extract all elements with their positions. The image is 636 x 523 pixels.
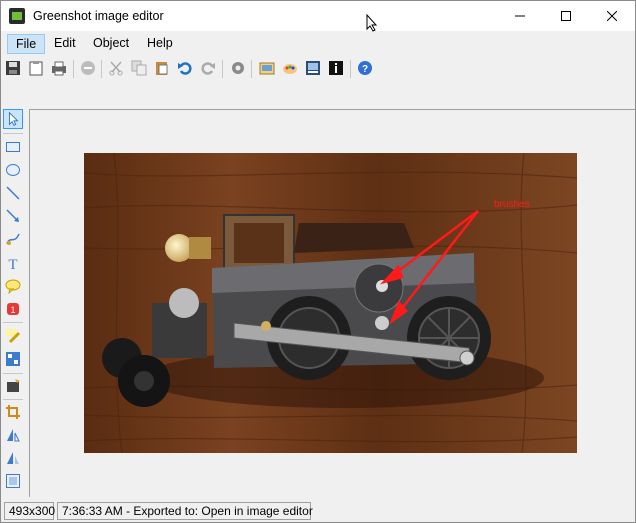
menu-file[interactable]: File [7, 34, 46, 54]
speechbubble-icon[interactable] [5, 278, 21, 294]
annotation-text[interactable]: brushes [494, 199, 530, 210]
menu-bar: File Edit Object Help [1, 32, 635, 56]
help-icon[interactable]: ? [357, 60, 373, 76]
image-size-status: 493x300 [4, 502, 55, 520]
toolbar-separator [222, 60, 223, 78]
toolbar-separator [73, 60, 74, 78]
toolbar-separator [350, 60, 351, 78]
undo-icon[interactable] [177, 60, 193, 76]
tools-separator [3, 133, 23, 134]
line-icon[interactable] [5, 185, 21, 201]
clipboard-icon[interactable] [28, 60, 44, 76]
title-bar: Greenshot image editor [1, 1, 635, 32]
print-icon[interactable] [51, 60, 67, 76]
svg-text:T: T [8, 257, 17, 271]
svg-text:1: 1 [10, 305, 15, 315]
delete-icon[interactable] [80, 60, 96, 76]
border-icon[interactable] [5, 473, 21, 489]
close-icon [607, 11, 617, 21]
toolbar-separator [101, 60, 102, 78]
maximize-icon [561, 11, 571, 21]
arrow-icon[interactable] [5, 208, 21, 224]
freehand-icon[interactable] [5, 231, 21, 247]
mouse-cursor-icon [366, 14, 378, 32]
cursor-icon[interactable] [3, 109, 23, 129]
export-icon[interactable] [259, 60, 275, 76]
toolbar-separator [251, 60, 252, 78]
menu-edit[interactable]: Edit [46, 34, 84, 54]
status-bar: 493x300 7:36:33 AM - Exported to: Open i… [1, 499, 635, 522]
menu-help[interactable]: Help [139, 34, 181, 54]
maximize-button[interactable] [543, 1, 589, 31]
edited-image[interactable]: brushes [84, 153, 577, 453]
crop-icon[interactable] [5, 404, 21, 420]
obfuscate-icon[interactable] [5, 351, 21, 367]
greenshot-editor-window: Greenshot image editor File Edit Object … [0, 0, 636, 523]
menu-object[interactable]: Object [85, 34, 137, 54]
close-button[interactable] [589, 1, 635, 31]
cut-icon[interactable] [108, 60, 124, 76]
tools-separator [3, 399, 23, 400]
greenshot-app-icon [9, 8, 25, 24]
resize-icon[interactable] [5, 450, 21, 466]
export-status-message: 7:36:33 AM - Exported to: Open in image … [57, 502, 313, 520]
redo-icon[interactable] [200, 60, 216, 76]
effects-icon[interactable] [5, 378, 21, 394]
tools-separator [3, 373, 23, 374]
text-icon[interactable]: T [5, 255, 21, 271]
info-icon[interactable] [328, 60, 344, 76]
save-icon[interactable] [5, 60, 21, 76]
rectangle-icon[interactable] [5, 139, 21, 155]
rotate-icon[interactable] [5, 427, 21, 443]
ellipse-icon[interactable] [5, 162, 21, 178]
copy-icon[interactable] [131, 60, 147, 76]
highlight-icon[interactable] [5, 328, 21, 344]
paint-icon[interactable] [282, 60, 298, 76]
paste-icon[interactable] [154, 60, 170, 76]
window-title: Greenshot image editor [33, 9, 164, 23]
counter-icon[interactable]: 1 [5, 301, 21, 317]
main-toolbar: ? [1, 57, 635, 81]
settings-icon[interactable] [230, 60, 246, 76]
minimize-icon [515, 15, 525, 17]
svg-text:?: ? [362, 64, 368, 75]
minimize-button[interactable] [497, 1, 543, 31]
drawing-tools-bar: T 1 [1, 105, 27, 495]
edit-image-icon[interactable] [305, 60, 321, 76]
tools-separator [3, 322, 23, 323]
